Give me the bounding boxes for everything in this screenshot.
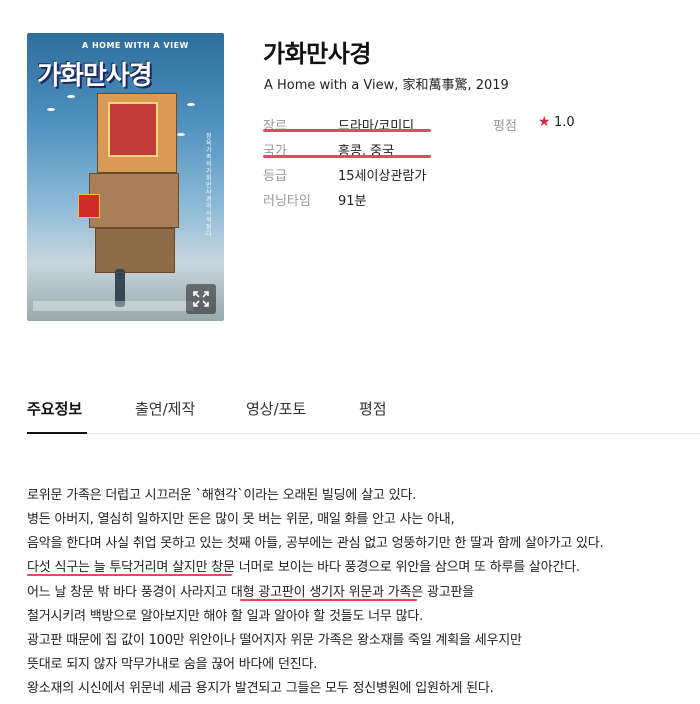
synopsis-line: 로위문 가족은 더럽고 시끄러운 `해현각`이라는 오래된 빌딩에 살고 있다. — [27, 488, 417, 503]
poster-building-top — [97, 93, 177, 173]
score-label: 평점 — [493, 119, 517, 134]
genre-highlight — [263, 129, 431, 132]
country-highlight — [263, 155, 431, 158]
synopsis-line: 뜻대로 되지 않자 막무가내로 숨을 끊어 바다에 던진다. — [27, 657, 318, 672]
poster-vertical-text: 정육가족의가화만사경이시작된다 — [206, 133, 212, 238]
bird-shape — [67, 95, 75, 98]
rating-grade-value: 15세이상관람가 — [338, 169, 427, 184]
tab-video-photo[interactable]: 영상/포토 — [246, 398, 306, 419]
synopsis-line: 병든 아버지, 열심히 일하지만 돈은 많이 못 버는 위문, 매일 화를 안고… — [27, 512, 455, 527]
tab-main-info[interactable]: 주요정보 — [27, 398, 82, 419]
synopsis-line: 철거시키려 백방으로 알아보지만 해야 할 일과 알아야 할 것들도 너무 많다… — [27, 609, 424, 624]
expand-icon[interactable] — [186, 284, 216, 314]
rating-grade-label: 등급 — [263, 169, 287, 184]
poster-building-middle — [78, 173, 179, 228]
poster-title: 가화만사경 — [37, 61, 153, 91]
runtime-value: 91분 — [338, 194, 367, 209]
poster-subtitle: A HOME WITH A VIEW — [82, 41, 189, 50]
tab-bar: 주요정보 출연/제작 영상/포토 평점 — [27, 396, 700, 434]
runtime-label: 러닝타임 — [263, 194, 311, 209]
bird-shape — [177, 133, 185, 136]
bird-shape — [47, 108, 55, 111]
poster-building-bottom — [95, 228, 175, 273]
movie-subtitle: A Home with a View, 家和萬事驚, 2019 — [264, 78, 509, 93]
score-value: 1.0 — [554, 115, 575, 130]
synopsis-highlight — [27, 574, 232, 576]
tab-cast-crew[interactable]: 출연/제작 — [135, 398, 195, 419]
tab-reviews[interactable]: 평점 — [359, 398, 387, 419]
bird-shape — [187, 103, 195, 106]
poster-credits — [33, 301, 193, 311]
synopsis-line: 음악을 한다며 사실 취업 못하고 있는 첫째 아들, 공부에는 관심 없고 엉… — [27, 536, 604, 551]
synopsis-line: 다섯 식구는 늘 투닥거리며 살지만 창문 너머로 보이는 바다 풍경으로 위안… — [27, 560, 580, 575]
synopsis-line: 어느 날 창문 밖 바다 풍경이 사라지고 대형 광고판이 생기자 위문과 가족… — [27, 585, 475, 600]
synopsis-line: 왕소재의 시신에서 위문네 세금 용지가 발견되고 그들은 모두 정신병원에 입… — [27, 681, 494, 696]
tab-active-indicator — [27, 432, 87, 434]
synopsis-highlight — [240, 599, 417, 601]
movie-title: 가화만사경 — [263, 40, 371, 68]
star-icon: ★ — [538, 114, 551, 130]
movie-poster[interactable]: A HOME WITH A VIEW 가화만사경 정육가족의가화만사경이시작된다 — [27, 33, 224, 321]
synopsis-line: 광고판 때문에 집 값이 100만 위안이나 떨어지자 위문 가족은 왕소재를 … — [27, 633, 522, 648]
